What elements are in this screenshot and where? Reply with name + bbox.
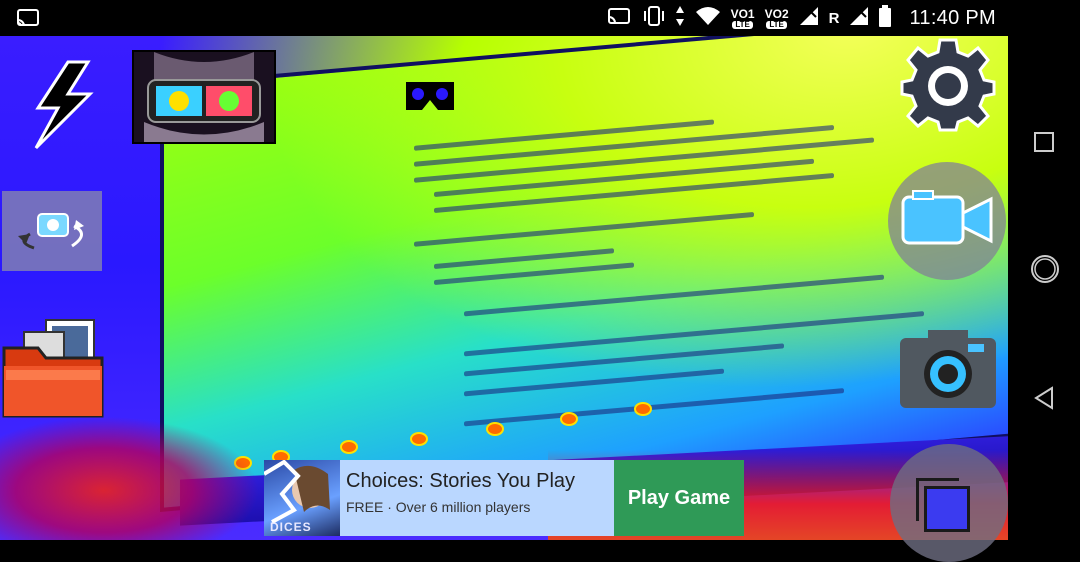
filter-preview-thumbnail[interactable] (132, 50, 276, 144)
video-camera-icon (899, 189, 995, 254)
data-arrows-icon (675, 5, 685, 32)
thermal-region (0, 416, 260, 540)
video-record-button[interactable] (888, 162, 1006, 280)
wifi-icon (695, 6, 721, 31)
vr-headset-icon[interactable] (404, 80, 456, 112)
ad-app-icon[interactable]: DICES (264, 460, 340, 536)
play-game-button[interactable]: Play Game (614, 460, 744, 536)
ad-title: Choices: Stories You Play (346, 470, 576, 492)
back-triangle-icon[interactable] (1030, 384, 1058, 412)
navigation-bar (1008, 0, 1080, 540)
ad-banner[interactable]: DICES Choices: Stories You Play FREE · O… (264, 460, 744, 536)
ad-icon-text: DICES (270, 520, 312, 534)
viewfinder-scene (160, 36, 1008, 512)
status-bar: VO1 LTE VO2 LTE R 11:40 PM (0, 0, 1080, 36)
clock: 11:40 PM (909, 6, 996, 29)
hotspot-icon (607, 6, 633, 31)
recent-photo-button[interactable] (890, 444, 1008, 562)
settings-gear-icon[interactable] (900, 36, 996, 132)
vibrate-icon (643, 5, 665, 32)
home-circle-icon[interactable] (1030, 254, 1059, 283)
roaming-indicator: R (828, 9, 840, 27)
recents-square-icon[interactable] (1030, 128, 1058, 156)
sim2-volte-badge: VO2 LTE (764, 6, 789, 29)
flash-icon[interactable] (18, 60, 98, 150)
ad-subtitle: FREE · Over 6 million players (346, 499, 531, 515)
ad-text-block[interactable]: Choices: Stories You Play FREE · Over 6 … (340, 460, 614, 536)
switch-camera-icon (10, 206, 94, 257)
signal-icon (849, 6, 869, 31)
battery-icon (879, 4, 892, 32)
sim1-volte-badge: VO1 LTE (730, 6, 755, 29)
camera-shutter-icon[interactable] (898, 330, 998, 410)
signal-icon (799, 6, 819, 31)
switch-camera-button[interactable] (2, 191, 102, 271)
cast-icon (16, 8, 40, 33)
gallery-folder-icon[interactable] (2, 318, 106, 422)
